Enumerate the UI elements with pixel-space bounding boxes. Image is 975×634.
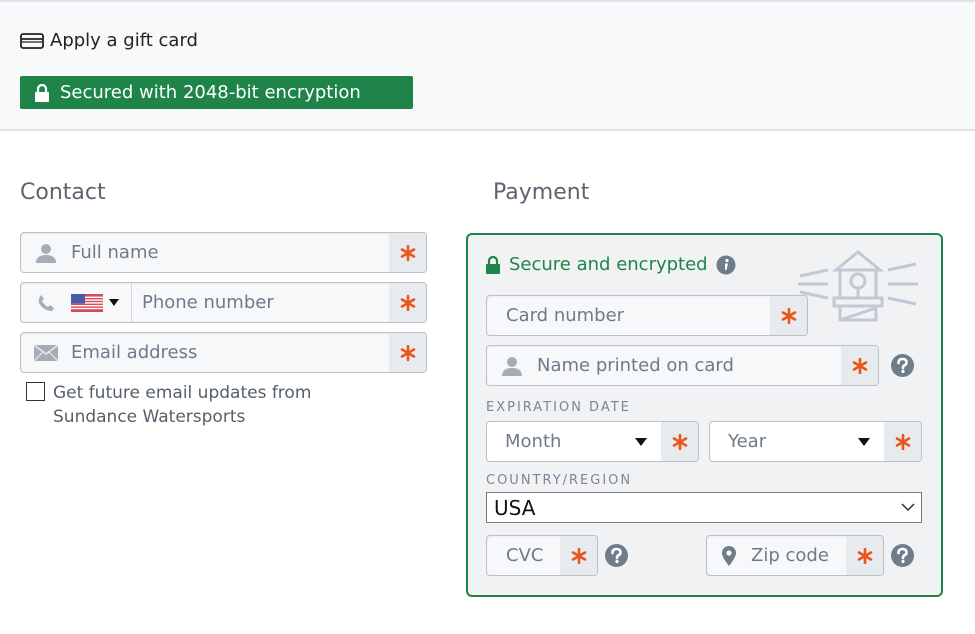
lock-icon	[486, 255, 500, 274]
name-on-card-input[interactable]: Name printed on card	[486, 345, 879, 386]
phone-number-input[interactable]: Phone number	[142, 292, 389, 313]
required-indicator	[661, 422, 698, 461]
caret-down-icon	[109, 299, 119, 306]
year-placeholder: Year	[728, 431, 767, 452]
credit-card-icon	[20, 32, 44, 49]
full-name-placeholder: Full name	[71, 242, 159, 263]
user-icon	[21, 243, 71, 263]
required-indicator	[560, 536, 597, 575]
user-icon	[487, 356, 537, 376]
payment-title: Payment	[493, 180, 590, 205]
chevron-down-icon	[901, 503, 915, 512]
asterisk-icon	[781, 307, 796, 324]
apply-gift-card-link[interactable]: Apply a gift card	[20, 30, 198, 51]
zip-code-placeholder: Zip code	[751, 545, 829, 566]
gift-card-label: Apply a gift card	[50, 30, 198, 51]
asterisk-icon	[672, 433, 687, 450]
country-value: USA	[494, 495, 536, 520]
asterisk-icon	[571, 547, 586, 564]
help-icon[interactable]	[605, 544, 628, 567]
secure-encrypted-line: Secure and encrypted	[485, 254, 736, 275]
full-name-input[interactable]: Full name	[20, 232, 427, 273]
asterisk-icon	[852, 357, 867, 374]
country-code-selector[interactable]	[71, 283, 131, 322]
map-pin-icon	[707, 545, 751, 566]
required-indicator	[389, 333, 426, 372]
contact-title: Contact	[20, 180, 106, 205]
info-icon[interactable]	[716, 255, 736, 275]
cvc-input[interactable]: CVC	[486, 535, 598, 576]
secure-text: Secure and encrypted	[509, 254, 708, 275]
newsletter-checkbox[interactable]	[26, 382, 45, 401]
lighthouse-icon	[798, 250, 918, 322]
asterisk-icon	[857, 547, 872, 564]
security-badge-text: Secured with 2048-bit encryption	[60, 82, 361, 103]
required-indicator	[389, 233, 426, 272]
name-on-card-placeholder: Name printed on card	[537, 355, 734, 376]
required-indicator	[884, 422, 921, 461]
caret-down-icon	[635, 437, 647, 446]
top-bar: Apply a gift card Secured with 2048-bit …	[0, 0, 975, 131]
month-select[interactable]: Month	[486, 421, 699, 462]
lock-icon	[35, 83, 49, 102]
asterisk-icon	[400, 344, 415, 361]
help-icon[interactable]	[891, 354, 914, 377]
divider	[131, 283, 132, 322]
country-region-label: COUNTRY/REGION	[486, 473, 633, 488]
us-flag-icon	[71, 293, 103, 312]
required-indicator	[841, 346, 878, 385]
email-input[interactable]: Email address	[20, 332, 427, 373]
required-indicator	[389, 283, 426, 322]
asterisk-icon	[895, 433, 910, 450]
envelope-icon	[21, 344, 71, 361]
month-placeholder: Month	[505, 431, 562, 452]
card-number-placeholder: Card number	[506, 305, 625, 326]
phone-field: Phone number	[20, 282, 427, 323]
help-icon[interactable]	[891, 544, 914, 567]
caret-down-icon	[858, 437, 870, 446]
year-select[interactable]: Year	[709, 421, 922, 462]
required-indicator	[770, 296, 807, 335]
country-select[interactable]: USA	[486, 492, 922, 523]
cvc-placeholder: CVC	[506, 545, 544, 566]
newsletter-label[interactable]: Get future email updates from Sundance W…	[53, 381, 353, 429]
expiration-date-label: EXPIRATION DATE	[486, 400, 631, 415]
asterisk-icon	[400, 294, 415, 311]
required-indicator	[846, 536, 883, 575]
card-number-input[interactable]: Card number	[486, 295, 808, 336]
newsletter-option: Get future email updates from Sundance W…	[26, 381, 353, 429]
asterisk-icon	[400, 244, 415, 261]
phone-icon	[21, 293, 71, 313]
email-placeholder: Email address	[71, 342, 198, 363]
zip-code-input[interactable]: Zip code	[706, 535, 884, 576]
security-badge: Secured with 2048-bit encryption	[20, 76, 413, 109]
